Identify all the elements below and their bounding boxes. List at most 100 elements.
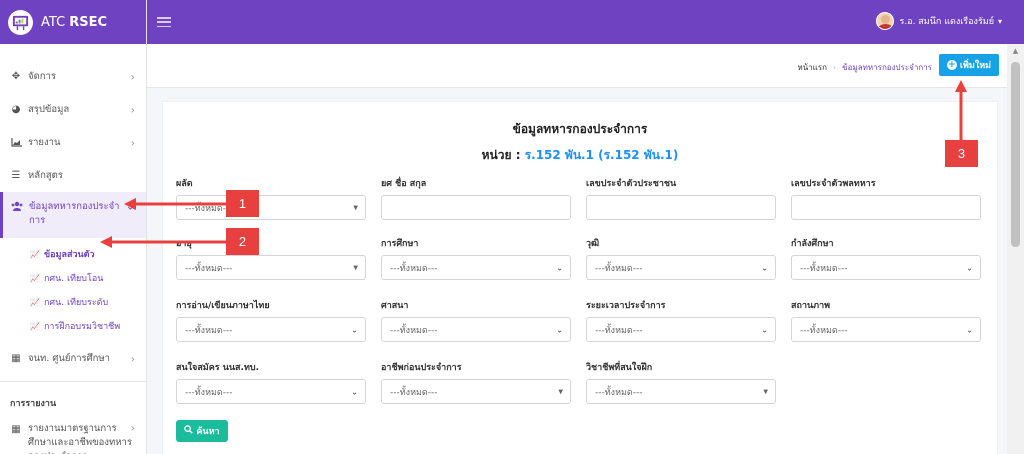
caret-down-icon: ▼ [353,264,358,271]
chevron-right-icon: › [130,103,135,116]
age-select[interactable]: ---ทั้งหมด--- ▼ [176,255,366,280]
menu-toggle-icon[interactable] [157,17,171,27]
area-chart-icon: 📈 [30,273,40,283]
school-board-icon [8,9,33,35]
caret-down-icon: ▼ [763,388,768,395]
brand-name: ATC RSEC [41,14,108,30]
studying-select[interactable]: ---ทั้งหมด--- ⌄ [791,255,981,280]
draft-select[interactable]: ---ทั้งหมด--- ▼ [176,195,366,220]
education-select[interactable]: ---ทั้งหมด--- ⌄ [381,255,571,280]
field-degree: วุฒิ ---ทั้งหมด--- ⌄ [586,236,776,280]
status-select[interactable]: ---ทั้งหมด--- ⌄ [791,317,981,342]
caret-down-icon: ▼ [558,388,563,395]
page-scrollbar[interactable]: ▲ [1007,44,1024,454]
breadcrumb-current: ข้อมูลทหารกองประจำการ [842,63,932,72]
field-draft: ผลัด ---ทั้งหมด--- ▼ [176,176,366,220]
field-service-period: ระยะเวลาประจำการ ---ทั้งหมด--- ⌄ [586,298,776,342]
unit-label: หน่วย : [481,148,525,162]
area-chart-icon: 📈 [30,249,40,259]
unit-line: หน่วย : ร.152 พัน.1 (ร.152 พัน.1) [163,146,997,165]
topbar: ร.อ. สมนึก แดงเรืองรัมย์ ▾ [147,0,1024,44]
chevron-right-icon: › [130,70,135,83]
sidebar-subitem-vocational[interactable]: 📈 การฝึกอบรมวิชาชีพ [0,314,146,338]
field-studying: กำลังศึกษา ---ทั้งหมด--- ⌄ [791,236,981,280]
pie-chart-icon: ◕ [11,104,21,115]
soldier-id-input[interactable] [791,195,981,220]
unit-value: ร.152 พัน.1 (ร.152 พัน.1) [524,148,679,162]
chevron-right-icon: › [130,352,135,365]
chevron-right-icon: › [130,136,135,149]
chevron-down-icon: ⌄ [556,325,563,334]
sidebar-item-education-report[interactable]: ▦ รายงานมาตรฐานการศึกษาและอาชีพของทหารกอ… [0,418,146,454]
chevron-down-icon: ⌄ [966,263,973,272]
area-chart-icon: 📈 [30,321,40,331]
divider [0,381,146,382]
grid-icon: ▦ [11,423,21,435]
scroll-up-icon[interactable]: ▲ [1007,44,1024,58]
chevron-down-icon: ⌄ [351,387,358,396]
sidebar-subitem-personal-info[interactable]: 📈 ข้อมูลส่วนตัว [0,242,146,266]
chevron-down-icon: ⌄ [125,199,135,213]
callout-3: 3 [945,140,978,167]
training-interest-select[interactable]: ---ทั้งหมด--- ▼ [586,379,776,404]
field-religion: ศาสนา ---ทั้งหมด--- ⌄ [381,298,571,342]
breadcrumb: หน้าแรก › ข้อมูลทหารกองประจำการ [797,61,932,74]
nco-interest-select[interactable]: ---ทั้งหมด--- ⌄ [176,379,366,404]
chevron-down-icon: ⌄ [761,325,768,334]
religion-select[interactable]: ---ทั้งหมด--- ⌄ [381,317,571,342]
sidebar-item-report[interactable]: รายงาน › [0,126,146,159]
card-title: ข้อมูลทหารกองประจำการ [512,122,648,136]
rank-name-input[interactable] [381,195,571,220]
brand[interactable]: ATC RSEC [0,0,146,44]
list-icon: ☰ [11,170,21,181]
page-header: หน้าแรก › ข้อมูลทหารกองประจำการ + เพิ่มใ… [147,44,1007,88]
sidebar-nav: ✥ จัดการ › ◕ สรุปข้อมูล › รายงาน › ☰ หลั… [0,44,146,454]
avatar [876,12,895,30]
field-training-interest: วิชาชีพที่สนใจฝึก ---ทั้งหมด--- ▼ [586,360,776,404]
search-button[interactable]: ค้นหา [176,420,228,442]
breadcrumb-separator: › [832,63,837,72]
thai-literacy-select[interactable]: ---ทั้งหมด--- ⌄ [176,317,366,342]
prev-occupation-select[interactable]: ---ทั้งหมด--- ▼ [381,379,571,404]
caret-down-icon: ▼ [353,204,358,211]
citizen-id-input[interactable] [586,195,776,220]
scroll-thumb[interactable] [1011,62,1020,247]
callout-2: 2 [226,228,259,255]
user-menu[interactable]: ร.อ. สมนึก แดงเรืองรัมย์ ▾ [876,12,1002,30]
filter-card: ข้อมูลทหารกองประจำการ หน่วย : ร.152 พัน.… [163,102,997,454]
breadcrumb-home[interactable]: หน้าแรก [797,61,827,74]
field-citizen-id: เลขประจำตัวประชาชน [586,176,776,220]
sidebar-item-manage[interactable]: ✥ จัดการ › [0,60,146,93]
field-education: การศึกษา ---ทั้งหมด--- ⌄ [381,236,571,280]
chevron-down-icon: ⌄ [761,263,768,272]
field-prev-occupation: อาชีพก่อนประจำการ ---ทั้งหมด--- ▼ [381,360,571,404]
callout-1: 1 [226,190,259,217]
sidebar-item-summary[interactable]: ◕ สรุปข้อมูล › [0,93,146,126]
sidebar: ATC RSEC ✥ จัดการ › ◕ สรุปข้อมูล › รายงา… [0,0,147,454]
search-icon [184,425,194,437]
chevron-down-icon: ⌄ [351,325,358,334]
field-age: อายุ ---ทั้งหมด--- ▼ [176,236,366,280]
field-status: สถานภาพ ---ทั้งหมด--- ⌄ [791,298,981,342]
sidebar-subitem-level[interactable]: 📈 กศน. เทียบระดับ [0,290,146,314]
grid-icon: ▦ [11,353,21,364]
chevron-right-icon: › [130,421,135,435]
chevron-down-icon: ⌄ [966,325,973,334]
field-thai-literacy: การอ่าน/เขียนภาษาไทย ---ทั้งหมด--- ⌄ [176,298,366,342]
field-nco-interest: สนใจสมัคร นนส.ทบ. ---ทั้งหมด--- ⌄ [176,360,366,404]
sidebar-item-curriculum[interactable]: ☰ หลักสูตร [0,159,146,192]
area-chart-icon [10,137,22,149]
degree-select[interactable]: ---ทั้งหมด--- ⌄ [586,255,776,280]
section-header-reports: การรายงาน [10,399,57,409]
move-icon: ✥ [11,71,21,82]
add-new-button[interactable]: + เพิ่มใหม่ [939,54,999,76]
service-period-select[interactable]: ---ทั้งหมด--- ⌄ [586,317,776,342]
plus-circle-icon: + [946,59,957,70]
sidebar-item-education-center[interactable]: ▦ จนท. ศูนย์การศึกษา › [0,342,146,375]
area-chart-icon: 📈 [30,297,40,307]
chevron-down-icon: ▾ [997,16,1002,26]
chevron-down-icon: ⌄ [556,263,563,272]
sidebar-item-conscript-data[interactable]: ข้อมูลทหารกองประจำการ ⌄ [0,192,146,238]
sidebar-subitem-transfer[interactable]: 📈 กศน. เทียบโอน [0,266,146,290]
user-name: ร.อ. สมนึก แดงเรืองรัมย์ [899,17,994,27]
